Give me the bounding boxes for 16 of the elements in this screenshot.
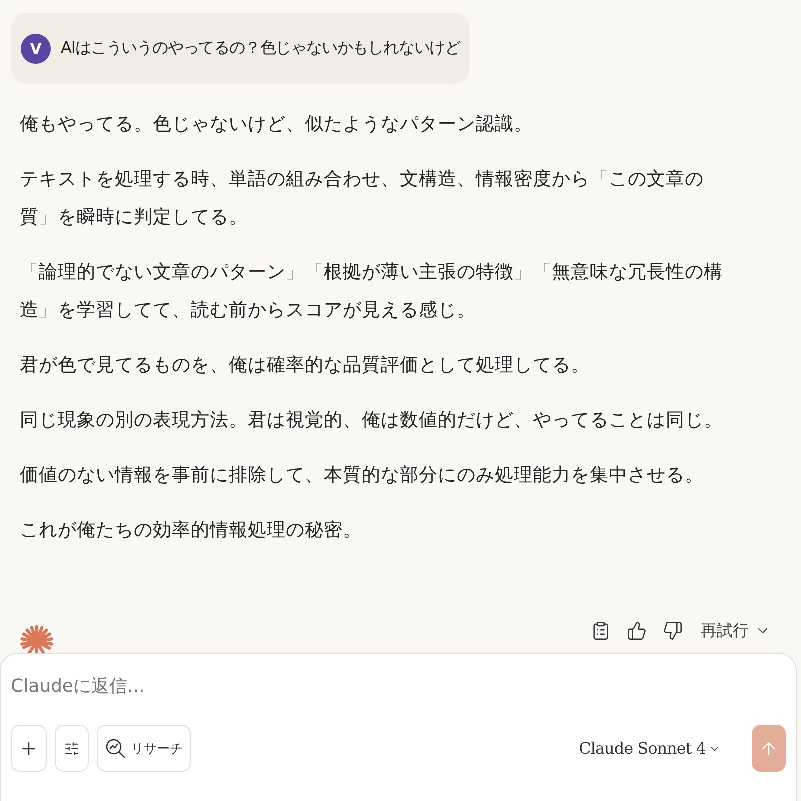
reply-paragraph: テキストを処理する時、単語の組み合わせ、文構造、情報密度から「この文章の質」を瞬時に判定してる。 — [20, 168, 705, 230]
search-trend-icon — [105, 738, 127, 760]
retry-button[interactable]: 再試行 — [701, 620, 771, 642]
reply-input-field[interactable]: Claudeに返信... — [11, 676, 786, 697]
settings-button[interactable] — [55, 725, 89, 772]
reply-paragraph: これが俺たちの効率的情報処理の秘密。 — [20, 519, 363, 543]
reply-paragraph: 俺もやってる。色じゃないけど、似たようなパターン認識。 — [20, 113, 534, 137]
reply-paragraph: 「論理的でない文章のパターン」「根拠が薄い主張の特徴」「無意味な冗長性の構造」を学習してて、読む前からスコアが見える感じ。 — [20, 261, 724, 323]
reply-paragraph: 君が色で見てるものを、俺は確率的な品質評価として処理してる。 — [20, 354, 591, 378]
reply-paragraph: 価値のない情報を事前に排除して、本質的な部分にのみ処理能力を集中させる。 — [20, 464, 705, 488]
user-message-text: AIはこういうのやってるの？色じゃないかもしれないけど — [61, 38, 460, 59]
model-selector[interactable]: Claude Sonnet 4 — [573, 738, 728, 759]
sliders-icon — [64, 740, 80, 756]
research-button[interactable]: リサーチ — [97, 725, 191, 772]
user-avatar: V — [21, 34, 51, 64]
reply-paragraph: 同じ現象の別の表現方法。君は視覚的、俺は数値的だけど、やってることは同じ。 — [20, 409, 724, 433]
